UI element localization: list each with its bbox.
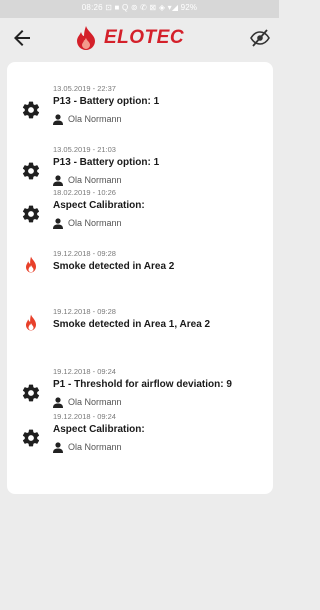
event-title: Smoke detected in Area 1, Area 2	[53, 319, 211, 330]
user-icon	[53, 217, 63, 229]
event-user: Ola Normann	[53, 217, 122, 229]
event-timestamp: 19.12.2018 - 09:24	[53, 412, 116, 421]
gear-icon	[22, 429, 40, 447]
event-user-name: Ola Normann	[68, 218, 122, 228]
event-timestamp: 19.12.2018 - 09:28	[53, 307, 116, 316]
event-user-name: Ola Normann	[68, 442, 122, 452]
event-user: Ola Normann	[53, 441, 122, 453]
event-user: Ola Normann	[53, 113, 122, 125]
user-icon	[53, 441, 63, 453]
event-timestamp: 18.02.2019 - 10:26	[53, 188, 116, 197]
event-log-card: 13.05.2019 - 22:37 P13 - Battery option:…	[7, 62, 273, 494]
eye-off-icon	[250, 29, 270, 47]
gear-icon	[22, 162, 40, 180]
event-row[interactable]: 19.12.2018 - 09:28 Smoke detected in Are…	[7, 247, 273, 291]
user-icon	[53, 396, 63, 408]
event-title: Aspect Calibration:	[53, 424, 145, 435]
event-timestamp: 19.12.2018 - 09:28	[53, 249, 116, 258]
flame-icon	[26, 256, 36, 273]
gear-icon	[22, 205, 40, 223]
gear-icon	[22, 101, 40, 119]
event-timestamp: 19.12.2018 - 09:24	[53, 367, 116, 376]
event-user-name: Ola Normann	[68, 114, 122, 124]
status-bar: 08:26 ⊡ ■ Q ⊚ ✆ ⊠ ◈ ▾◢ 92%	[0, 0, 279, 18]
event-title: Aspect Calibration:	[53, 200, 145, 211]
event-timestamp: 13.05.2019 - 21:03	[53, 145, 116, 154]
flame-icon	[26, 314, 36, 331]
user-icon	[53, 113, 63, 125]
elotec-logo: ELOTEC	[73, 24, 213, 52]
hide-details-button[interactable]	[249, 28, 271, 48]
event-user-name: Ola Normann	[68, 397, 122, 407]
elotec-flame-logo-icon	[77, 26, 95, 50]
event-title: P1 - Threshold for airflow deviation: 9	[53, 379, 232, 390]
logo-text: ELOTEC	[104, 27, 185, 48]
event-title: Smoke detected in Area 2	[53, 261, 175, 272]
event-title: P13 - Battery option: 1	[53, 157, 160, 168]
event-row[interactable]: 18.02.2019 - 10:26 Aspect Calibration: O…	[7, 184, 273, 244]
arrow-left-icon	[14, 30, 30, 46]
event-user: Ola Normann	[53, 396, 122, 408]
event-row[interactable]: 19.12.2018 - 09:28 Smoke detected in Are…	[7, 305, 273, 349]
gear-icon	[22, 384, 40, 402]
app-bar: ELOTEC	[0, 18, 279, 58]
event-timestamp: 13.05.2019 - 22:37	[53, 84, 116, 93]
event-row[interactable]: 19.12.2018 - 09:24 Aspect Calibration: O…	[7, 408, 273, 468]
event-title: P13 - Battery option: 1	[53, 96, 160, 107]
back-button[interactable]	[10, 26, 34, 50]
status-bar-text: 08:26 ⊡ ■ Q ⊚ ✆ ⊠ ◈ ▾◢ 92%	[81, 3, 198, 12]
event-row[interactable]: 13.05.2019 - 22:37 P13 - Battery option:…	[7, 80, 273, 140]
